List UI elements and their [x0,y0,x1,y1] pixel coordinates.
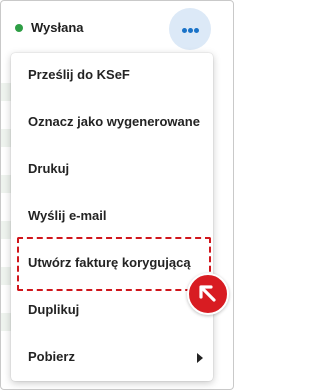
screenshot-frame: Wysłana Prześlij do KSeF Oznacz jako wyg… [0,0,234,390]
menu-item-label: Duplikuj [28,302,80,317]
actions-dropdown-menu: Prześlij do KSeF Oznacz jako wygenerowan… [11,53,213,381]
menu-item-label: Oznacz jako wygenerowane [28,114,200,129]
more-horizontal-icon-dot [194,28,199,33]
more-horizontal-icon [182,28,187,33]
menu-item-label: Wyślij e-mail [28,208,107,223]
menu-item-send-ksef[interactable]: Prześlij do KSeF [11,53,213,99]
invoice-status-row: Wysłana [1,1,233,51]
highlight-annotation [17,237,211,291]
more-horizontal-icon-dot [188,28,193,33]
arrow-up-left-icon [187,273,229,315]
menu-item-duplicate[interactable]: Duplikuj [11,288,213,334]
status-badge: Wysłana [31,20,84,35]
menu-item-label: Drukuj [28,161,70,176]
chevron-right-icon [197,353,203,363]
menu-item-download[interactable]: Pobierz [11,335,213,381]
menu-item-label: Prześlij do KSeF [28,67,130,82]
more-actions-button[interactable] [169,8,211,50]
menu-item-mark-generated[interactable]: Oznacz jako wygenerowane [11,100,213,146]
menu-item-label: Pobierz [28,349,75,364]
menu-item-send-email[interactable]: Wyślij e-mail [11,194,213,240]
menu-item-print[interactable]: Drukuj [11,147,213,193]
status-dot-icon [15,24,23,32]
